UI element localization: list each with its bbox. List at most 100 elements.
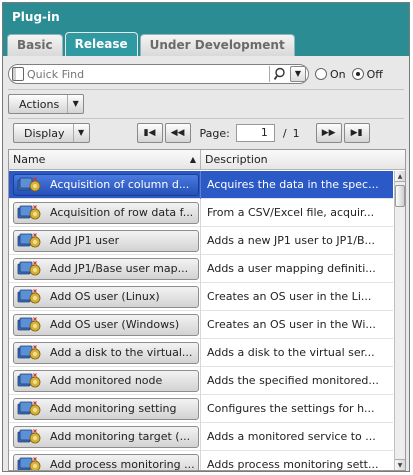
- table-row[interactable]: Add JP1 user Adds a new JP1 user to JP1/…: [9, 226, 393, 255]
- name-cell: Add process monitoring ...: [9, 450, 201, 470]
- plugin-icon: [16, 455, 46, 470]
- scrollbar-thumb[interactable]: [395, 185, 405, 207]
- plugin-button[interactable]: Add monitored node: [13, 369, 199, 392]
- plugin-window: Plug-in Basic Release Under Development …: [2, 2, 410, 472]
- plugin-name: Acquisition of row data f...: [50, 206, 194, 219]
- tab-basic[interactable]: Basic: [7, 34, 63, 56]
- column-header-name[interactable]: Name ▲: [9, 150, 201, 170]
- description-cell: Adds the specified monitored...: [207, 374, 379, 387]
- plugin-name: Add monitored node: [50, 374, 163, 387]
- plugin-icon: [16, 203, 46, 223]
- description-cell: Configures the settings for h...: [207, 402, 375, 415]
- plugin-button[interactable]: Add JP1 user: [13, 229, 199, 252]
- search-divider: [269, 66, 270, 82]
- plugin-button[interactable]: Add monitoring target (...: [13, 425, 199, 448]
- plugin-icon: [16, 287, 46, 307]
- tab-bar: Basic Release Under Development: [3, 32, 409, 56]
- table-row[interactable]: Add monitoring setting Configures the se…: [9, 394, 393, 423]
- column-header-name-label: Name: [13, 153, 46, 166]
- tab-under-development[interactable]: Under Development: [139, 34, 295, 56]
- page-separator: /: [282, 126, 287, 140]
- page-label: Page:: [199, 126, 230, 140]
- description-cell: From a CSV/Excel file, acquir...: [207, 206, 375, 219]
- name-cell: Add a disk to the virtual...: [9, 338, 201, 367]
- previous-page-button[interactable]: ◀◀: [164, 123, 191, 143]
- display-button[interactable]: Display ▼: [13, 123, 90, 143]
- name-cell: Acquisition of row data f...: [9, 198, 201, 227]
- name-cell: Add monitoring target (...: [9, 422, 201, 451]
- page-number-input[interactable]: 1: [235, 124, 275, 142]
- vertical-scrollbar[interactable]: ▲ ▼: [394, 171, 405, 470]
- name-cell: Add JP1 user: [9, 226, 201, 255]
- quick-find-box: ▼: [8, 64, 309, 84]
- filter-off-label: Off: [366, 67, 383, 81]
- next-page-button[interactable]: ▶▶: [315, 123, 342, 143]
- filter-on-radio[interactable]: On: [315, 68, 346, 81]
- table-row[interactable]: Add OS user (Linux) Creates an OS user i…: [9, 282, 393, 311]
- name-cell: Add JP1/Base user map...: [9, 254, 201, 283]
- description-cell: Creates an OS user in the Li...: [207, 290, 372, 303]
- plugin-button[interactable]: Add OS user (Linux): [13, 285, 199, 308]
- plugin-icon: [16, 343, 46, 363]
- table-header: Name ▲ Description: [9, 150, 405, 170]
- description-cell: Adds a new JP1 user to JP1/B...: [207, 234, 376, 247]
- display-label: Display: [24, 126, 65, 140]
- column-header-description[interactable]: Description: [201, 150, 405, 170]
- quick-find-input[interactable]: [27, 66, 267, 82]
- name-cell: Add OS user (Windows): [9, 310, 201, 339]
- table-row[interactable]: Add process monitoring ... Adds process …: [9, 450, 393, 470]
- plugin-button[interactable]: Add a disk to the virtual...: [13, 341, 199, 364]
- plugin-icon: [16, 175, 46, 195]
- plugin-name: Add process monitoring ...: [50, 458, 195, 470]
- scroll-down-arrow-icon[interactable]: ▼: [395, 459, 405, 470]
- plugin-button[interactable]: Add process monitoring ...: [13, 453, 199, 470]
- plugin-name: Add JP1 user: [50, 234, 120, 247]
- divider: [8, 118, 404, 119]
- plugin-icon: [16, 315, 46, 335]
- plugin-button[interactable]: Add OS user (Windows): [13, 313, 199, 336]
- scroll-up-arrow-icon[interactable]: ▲: [395, 171, 405, 182]
- plugin-name: Acquisition of column d...: [50, 178, 190, 191]
- divider: [8, 89, 404, 90]
- table-row[interactable]: Add JP1/Base user map... Adds a user map…: [9, 254, 393, 283]
- name-cell: Add monitored node: [9, 366, 201, 395]
- plugin-icon: [16, 399, 46, 419]
- chevron-down-icon: ▼: [72, 124, 89, 142]
- book-icon[interactable]: [12, 67, 24, 81]
- table-body: Acquisition of column d... Acquires the …: [9, 171, 393, 470]
- plugin-button[interactable]: Add JP1/Base user map...: [13, 257, 199, 280]
- radio-on-dot[interactable]: [315, 68, 327, 80]
- description-cell: Adds a monitored service to ...: [207, 430, 376, 443]
- plugin-name: Add JP1/Base user map...: [50, 262, 189, 275]
- plugin-button[interactable]: Acquisition of row data f...: [13, 201, 199, 224]
- search-icon[interactable]: [272, 66, 290, 82]
- last-page-button[interactable]: ▶▮: [343, 123, 370, 143]
- table-row[interactable]: Add OS user (Windows) Creates an OS user…: [9, 310, 393, 339]
- table-row[interactable]: Add a disk to the virtual... Adds a disk…: [9, 338, 393, 367]
- plugin-name: Add monitoring target (...: [50, 430, 191, 443]
- total-pages: 1: [292, 126, 300, 140]
- table-row[interactable]: Acquisition of row data f... From a CSV/…: [9, 198, 393, 227]
- table-row[interactable]: Add monitoring target (... Adds a monito…: [9, 422, 393, 451]
- plugin-button[interactable]: Add monitoring setting: [13, 397, 199, 420]
- description-cell: Acquires the data in the spec...: [207, 178, 379, 191]
- name-cell: Add monitoring setting: [9, 394, 201, 423]
- plugin-name: Add a disk to the virtual...: [50, 346, 193, 359]
- description-cell: Adds a disk to the virtual ser...: [207, 346, 375, 359]
- plugin-icon: [16, 231, 46, 251]
- tab-release[interactable]: Release: [64, 32, 138, 56]
- plugin-name: Add OS user (Windows): [50, 318, 180, 331]
- table-row[interactable]: Add monitored node Adds the specified mo…: [9, 366, 393, 395]
- toolbar-panel: ▼ On Off Actions ▼ Display ▼: [3, 60, 409, 146]
- description-cell: Adds process monitoring sett...: [207, 458, 379, 470]
- radio-off-dot[interactable]: [351, 68, 364, 80]
- actions-button[interactable]: Actions ▼: [8, 94, 85, 114]
- search-options-dropdown[interactable]: ▼: [290, 66, 306, 82]
- plugin-button[interactable]: Acquisition of column d...: [13, 173, 199, 196]
- table-row[interactable]: Acquisition of column d... Acquires the …: [9, 171, 393, 199]
- plugin-name: Add OS user (Linux): [50, 290, 160, 303]
- plugin-icon: [16, 259, 46, 279]
- plugin-icon: [16, 427, 46, 447]
- first-page-button[interactable]: ▮◀: [136, 123, 163, 143]
- filter-off-radio[interactable]: Off: [351, 67, 383, 81]
